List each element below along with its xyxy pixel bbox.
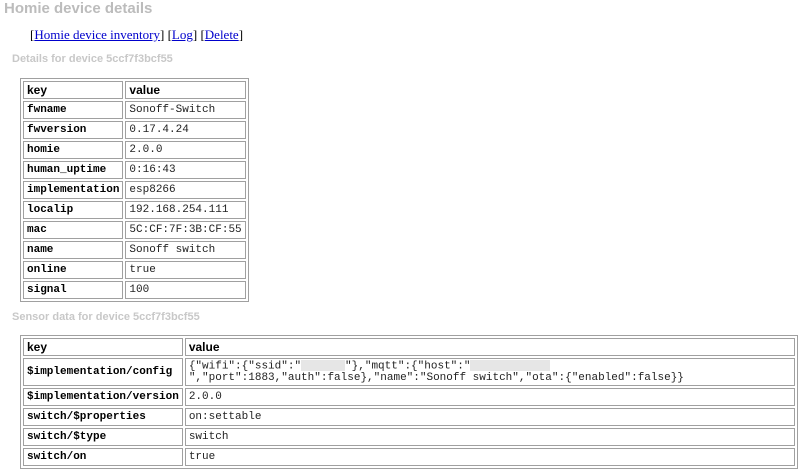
table-row: switch/$type switch bbox=[23, 428, 795, 447]
value-cell: 5C:CF:7F:3B:CF:55 bbox=[125, 221, 246, 239]
homie-device-inventory-link[interactable]: Homie device inventory bbox=[34, 27, 160, 42]
key-column-header: key bbox=[23, 81, 124, 99]
table-row: human_uptime 0:16:43 bbox=[23, 161, 246, 179]
value-cell: Sonoff switch bbox=[125, 241, 246, 259]
value-column-header: value bbox=[125, 81, 246, 99]
value-column-header: value bbox=[184, 338, 795, 356]
key-cell: fwversion bbox=[23, 121, 124, 139]
nav-separator: ] [ bbox=[159, 27, 172, 42]
table-row: fwversion 0.17.4.24 bbox=[23, 121, 246, 139]
key-column-header: key bbox=[23, 338, 183, 356]
redacted-host bbox=[470, 360, 551, 371]
value-cell: 192.168.254.111 bbox=[125, 201, 246, 219]
delete-link[interactable]: Delete bbox=[205, 27, 239, 42]
value-cell: 0.17.4.24 bbox=[125, 121, 246, 139]
config-json-part: "},"mqtt":{"host":" bbox=[345, 360, 471, 373]
table-row: switch/on true bbox=[23, 448, 795, 467]
table-row: switch/$properties on:settable bbox=[23, 408, 795, 427]
value-cell: switch bbox=[184, 428, 795, 447]
device-details-table: key value fwname Sonoff-Switch fwversion 0… bbox=[20, 78, 249, 302]
sensor-data-heading: Sensor data for device 5ccf7f3bcf55 bbox=[12, 311, 200, 323]
value-cell: 100 bbox=[125, 281, 246, 299]
sensor-data-table: key value $implementation/config {"wifi"… bbox=[20, 335, 798, 470]
table-row: homie 2.0.0 bbox=[23, 141, 246, 159]
device-details-heading: Details for device 5ccf7f3bcf55 bbox=[12, 53, 173, 65]
nav-bracket: ] bbox=[238, 27, 244, 42]
value-cell: 2.0.0 bbox=[184, 388, 795, 407]
value-cell: true bbox=[125, 261, 246, 279]
key-cell: name bbox=[23, 241, 124, 259]
table-row: fwname Sonoff-Switch bbox=[23, 101, 246, 119]
table-row: $implementation/config {"wifi":{"ssid":"… bbox=[23, 358, 795, 387]
key-cell: implementation bbox=[23, 181, 124, 199]
table-row: localip 192.168.254.111 bbox=[23, 201, 246, 219]
key-cell: switch/on bbox=[23, 448, 183, 467]
table-row: signal 100 bbox=[23, 281, 246, 299]
key-cell: signal bbox=[23, 281, 124, 299]
value-cell: true bbox=[184, 448, 795, 467]
key-cell: human_uptime bbox=[23, 161, 124, 179]
value-cell: Sonoff-Switch bbox=[125, 101, 246, 119]
key-cell: mac bbox=[23, 221, 124, 239]
table-row: online true bbox=[23, 261, 246, 279]
page-title: Homie device details bbox=[4, 0, 153, 17]
config-json-part: ","port":1883,"auth":false},"name":"Sono… bbox=[188, 372, 684, 385]
nav-separator: ] [ bbox=[192, 27, 205, 42]
key-cell: homie bbox=[23, 141, 124, 159]
key-cell: switch/$properties bbox=[23, 408, 183, 427]
key-cell: fwname bbox=[23, 101, 124, 119]
log-link[interactable]: Log bbox=[172, 27, 193, 42]
value-cell: 0:16:43 bbox=[125, 161, 246, 179]
nav-links: [Homie device inventory] [Log] [Delete] bbox=[30, 27, 243, 43]
table-header-row: key value bbox=[23, 81, 246, 99]
key-cell: $implementation/config bbox=[23, 358, 183, 387]
table-row: name Sonoff switch bbox=[23, 241, 246, 259]
key-cell: online bbox=[23, 261, 124, 279]
key-cell: switch/$type bbox=[23, 428, 183, 447]
redacted-ssid bbox=[301, 360, 346, 371]
table-row: implementation esp8266 bbox=[23, 181, 246, 199]
table-row: $implementation/version 2.0.0 bbox=[23, 388, 795, 407]
value-cell: 2.0.0 bbox=[125, 141, 246, 159]
value-cell: esp8266 bbox=[125, 181, 246, 199]
value-cell: on:settable bbox=[184, 408, 795, 427]
key-cell: localip bbox=[23, 201, 124, 219]
config-value-cell: {"wifi":{"ssid":" "},"mqtt":{"host":"","p… bbox=[184, 358, 795, 387]
key-cell: $implementation/version bbox=[23, 388, 183, 407]
table-row: mac 5C:CF:7F:3B:CF:55 bbox=[23, 221, 246, 239]
config-json-part: {"wifi":{"ssid":" bbox=[188, 360, 302, 373]
table-header-row: key value bbox=[23, 338, 795, 356]
